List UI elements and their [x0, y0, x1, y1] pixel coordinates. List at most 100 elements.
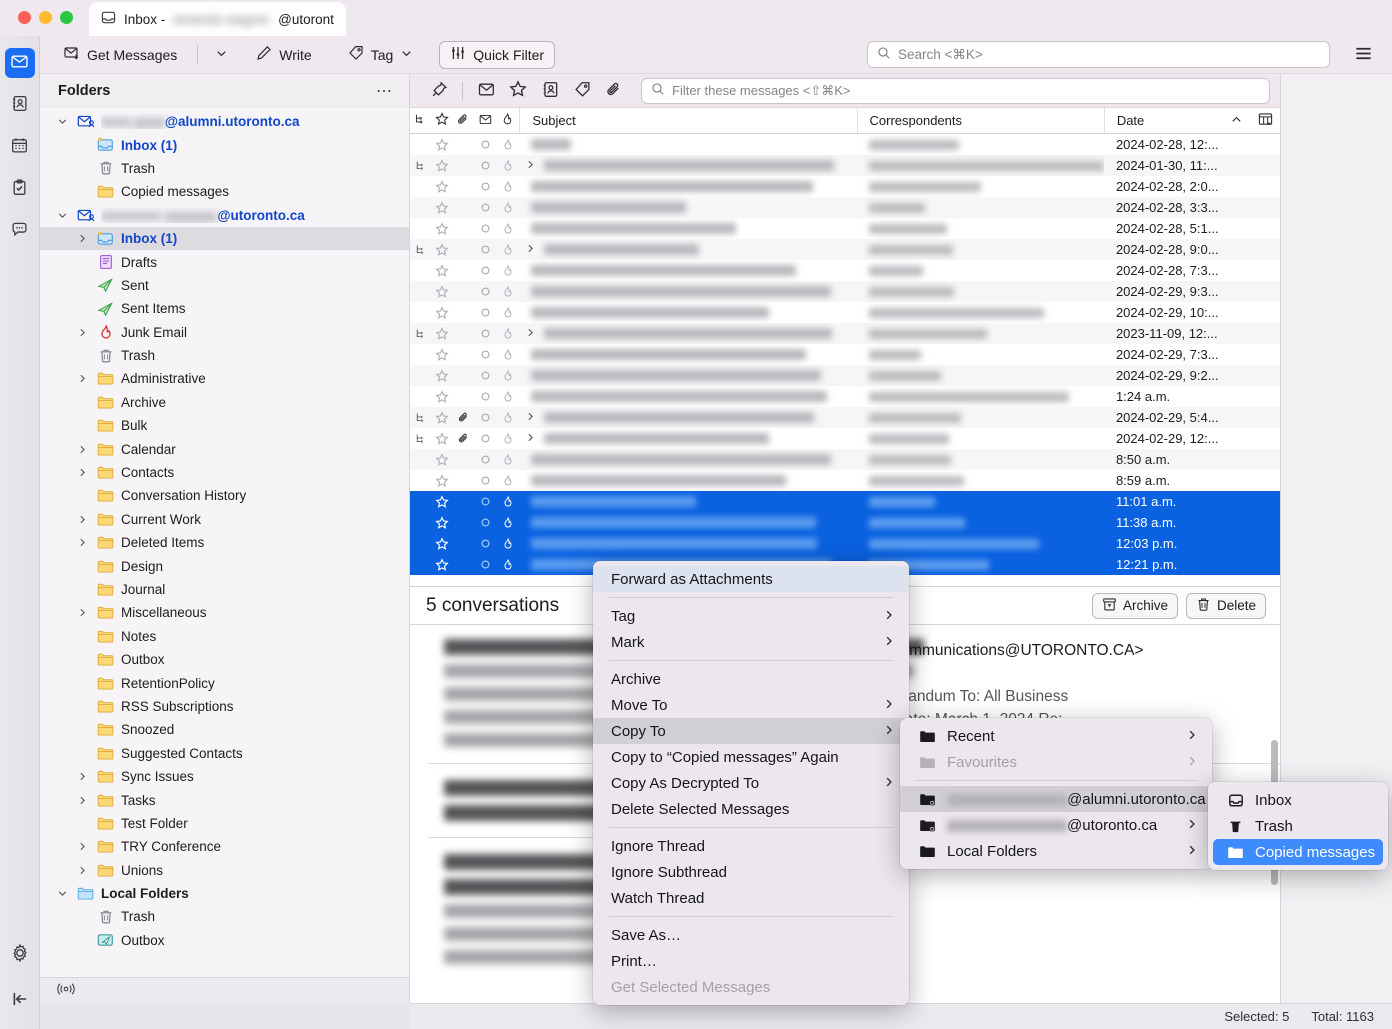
column-thread[interactable] — [410, 108, 431, 133]
row-star-toggle[interactable] — [431, 218, 452, 239]
message-row[interactable]: 2024-02-28, 9:0... — [410, 239, 1280, 260]
rail-item-address-book[interactable] — [5, 90, 35, 120]
folder-item-deleted-items[interactable]: Deleted Items — [40, 531, 409, 554]
menu-item-alumni-utoronto-ca[interactable]: @alumni.utoronto.ca — [900, 786, 1225, 812]
chevron-right-icon[interactable] — [74, 865, 90, 876]
menu-item-inbox[interactable]: Inbox — [1208, 787, 1388, 813]
quick-filter-tags[interactable] — [567, 78, 597, 104]
folder-item-local-folders[interactable]: Local Folders — [40, 882, 409, 905]
folder-item-outbox[interactable]: Outbox — [40, 648, 409, 671]
tag-button[interactable]: Tag — [338, 41, 424, 69]
row-star-toggle[interactable] — [431, 323, 452, 344]
folder-item-notes[interactable]: Notes — [40, 625, 409, 648]
folder-item-bulk[interactable]: Bulk — [40, 414, 409, 437]
folder-item-current-work[interactable]: Current Work — [40, 508, 409, 531]
column-attachment[interactable] — [453, 108, 474, 133]
row-star-toggle[interactable] — [431, 302, 452, 323]
get-messages-button[interactable]: Get Messages — [54, 41, 187, 69]
column-date[interactable]: Date — [1103, 108, 1251, 133]
message-rows[interactable]: 2024-02-28, 12:... 2024-01-30, 11:... 2024… — [410, 134, 1280, 575]
message-row[interactable]: 2024-01-30, 11:... — [410, 155, 1280, 176]
folder-item-inbox-1[interactable]: Inbox (1) — [40, 133, 409, 156]
folder-item-suggested-contacts[interactable]: Suggested Contacts — [40, 742, 409, 765]
message-context-menu[interactable]: Forward as Attachments Tag Mark Archive Move… — [593, 561, 909, 1005]
chevron-down-icon[interactable] — [54, 888, 70, 899]
message-row[interactable]: 2024-02-29, 7:3... — [410, 344, 1280, 365]
message-row[interactable]: 2024-02-29, 5:4... — [410, 407, 1280, 428]
chevron-right-icon[interactable] — [74, 841, 90, 852]
row-star-toggle[interactable] — [431, 407, 452, 428]
tab-inbox[interactable]: Inbox - amanda wagner @utoront — [89, 2, 346, 36]
column-star[interactable] — [431, 108, 452, 133]
folder-item-test-folder[interactable]: Test Folder — [40, 812, 409, 835]
chevron-right-icon[interactable] — [74, 514, 90, 525]
folder-item-sent[interactable]: Sent — [40, 274, 409, 297]
row-star-toggle[interactable] — [431, 386, 452, 407]
menu-item-local-folders[interactable]: Local Folders — [900, 838, 1212, 864]
chevron-right-icon[interactable] — [525, 159, 536, 173]
row-star-toggle[interactable] — [431, 470, 452, 491]
chevron-right-icon[interactable] — [74, 537, 90, 548]
message-row[interactable]: 2023-11-09, 12:... — [410, 323, 1280, 344]
row-star-toggle[interactable] — [431, 554, 452, 575]
row-star-toggle[interactable] — [431, 134, 452, 155]
message-row[interactable]: 12:03 p.m. — [410, 533, 1280, 554]
message-row[interactable]: 8:50 a.m. — [410, 449, 1280, 470]
chevron-right-icon[interactable] — [74, 233, 90, 244]
chevron-right-icon[interactable] — [525, 327, 536, 341]
chevron-right-icon[interactable] — [74, 607, 90, 618]
rail-item-tasks[interactable] — [5, 174, 35, 204]
folder-item-retentionpolicy[interactable]: RetentionPolicy — [40, 671, 409, 694]
chevron-right-icon[interactable] — [74, 795, 90, 806]
folder-item-miscellaneous[interactable]: Miscellaneous — [40, 601, 409, 624]
column-correspondents[interactable]: Correspondents — [856, 108, 1104, 133]
get-messages-dropdown[interactable] — [208, 42, 234, 68]
delete-button[interactable]: Delete — [1185, 592, 1266, 619]
rail-item-calendar[interactable] — [5, 132, 35, 162]
folder-item-outbox[interactable]: Outbox — [40, 929, 409, 952]
menu-item-copy-as-decrypted-to[interactable]: Copy As Decrypted To — [593, 770, 909, 796]
row-star-toggle[interactable] — [431, 365, 452, 386]
folder-pane-more-button[interactable]: ⋯ — [376, 81, 393, 101]
folder-item-sync-issues[interactable]: Sync Issues — [40, 765, 409, 788]
menu-item-save-as[interactable]: Save As… — [593, 922, 909, 948]
menu-item-ignore-subthread[interactable]: Ignore Subthread — [593, 859, 909, 885]
folder-item-copied-messages[interactable]: Copied messages — [40, 180, 409, 203]
chevron-right-icon[interactable] — [74, 444, 90, 455]
menu-item-watch-thread[interactable]: Watch Thread — [593, 885, 909, 911]
folder-item-design[interactable]: Design — [40, 554, 409, 577]
menu-item-tag[interactable]: Tag — [593, 603, 909, 629]
menu-item-mark[interactable]: Mark — [593, 629, 909, 655]
folder-item-inbox-1[interactable]: Inbox (1) — [40, 226, 409, 251]
row-star-toggle[interactable] — [431, 176, 452, 197]
quick-filter-starred[interactable] — [503, 78, 533, 104]
row-star-toggle[interactable] — [431, 512, 452, 533]
folder-item-try-conference[interactable]: TRY Conference — [40, 835, 409, 858]
row-star-toggle[interactable] — [431, 428, 452, 449]
menu-item-forward-as-attachments[interactable]: Forward as Attachments — [593, 566, 909, 592]
menu-item-ignore-thread[interactable]: Ignore Thread — [593, 833, 909, 859]
row-star-toggle[interactable] — [431, 281, 452, 302]
account-folders-submenu[interactable]: Inbox Trash Copied messages — [1208, 782, 1388, 870]
folder-item-junk-email[interactable]: Junk Email — [40, 321, 409, 344]
folder-item-trash[interactable]: Trash — [40, 905, 409, 928]
message-row[interactable]: 2024-02-28, 7:3... — [410, 260, 1280, 281]
close-button[interactable] — [18, 11, 31, 24]
chevron-down-icon[interactable] — [54, 210, 70, 221]
message-row[interactable]: 2024-02-28, 2:0... — [410, 176, 1280, 197]
folder-item-rss-subscriptions[interactable]: RSS Subscriptions — [40, 695, 409, 718]
folder-tree[interactable]: xxxx.yyyy@alumni.utoronto.ca Inbox (1) Tra… — [40, 108, 409, 977]
folder-item-drafts[interactable]: Drafts — [40, 250, 409, 273]
folder-item-archive[interactable]: Archive — [40, 391, 409, 414]
folder-item-contacts[interactable]: Contacts — [40, 461, 409, 484]
window-controls[interactable] — [0, 11, 73, 36]
folder-item-calendar[interactable]: Calendar — [40, 437, 409, 460]
chevron-down-icon[interactable] — [54, 116, 70, 127]
message-row[interactable]: 2024-02-28, 3:3... — [410, 197, 1280, 218]
chevron-right-icon[interactable] — [525, 243, 536, 257]
row-star-toggle[interactable] — [431, 449, 452, 470]
row-star-toggle[interactable] — [431, 491, 452, 512]
column-subject[interactable]: Subject — [519, 108, 856, 133]
row-star-toggle[interactable] — [431, 533, 452, 554]
quick-filter-attachment[interactable] — [599, 78, 629, 104]
